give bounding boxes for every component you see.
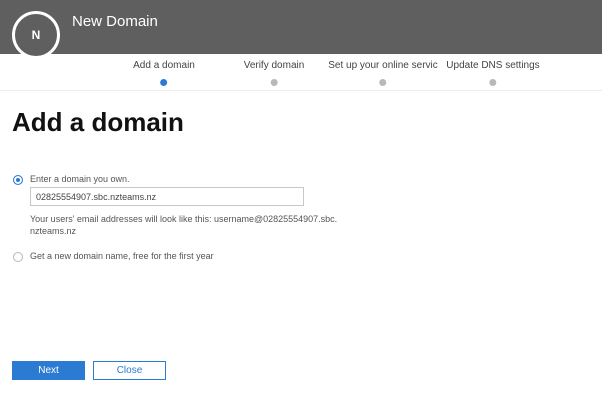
app-header: New Domain [0,0,602,54]
page-header-title: New Domain [72,13,158,30]
page-title: Add a domain [12,107,184,137]
next-button[interactable]: Next [12,361,85,380]
step-update-dns: Update DNS settings [446,60,540,86]
step-dot-icon [270,79,278,86]
email-preview-hint: Your users' email addresses will look li… [30,214,338,236]
step-dot-icon [160,79,168,86]
domain-input[interactable] [30,187,304,206]
step-verify-domain: Verify domain [243,60,305,86]
wizard-steps: Add a domain Verify domain Set up your o… [0,54,602,91]
step-dot-icon [489,79,497,86]
close-button[interactable]: Close [93,361,166,380]
step-add-domain: Add a domain [133,60,195,86]
step-set-up-services: Set up your online servic [328,60,438,86]
step-label: Update DNS settings [446,60,540,71]
own-domain-radio[interactable] [13,175,23,185]
own-domain-label: Enter a domain you own. [30,174,130,184]
step-label: Set up your online servic [328,60,438,71]
avatar: N [12,11,60,59]
new-domain-label: Get a new domain name, free for the firs… [30,251,214,261]
new-domain-radio[interactable] [13,252,23,262]
step-label: Add a domain [133,60,195,71]
step-label: Verify domain [243,60,305,71]
step-dot-icon [379,79,387,86]
